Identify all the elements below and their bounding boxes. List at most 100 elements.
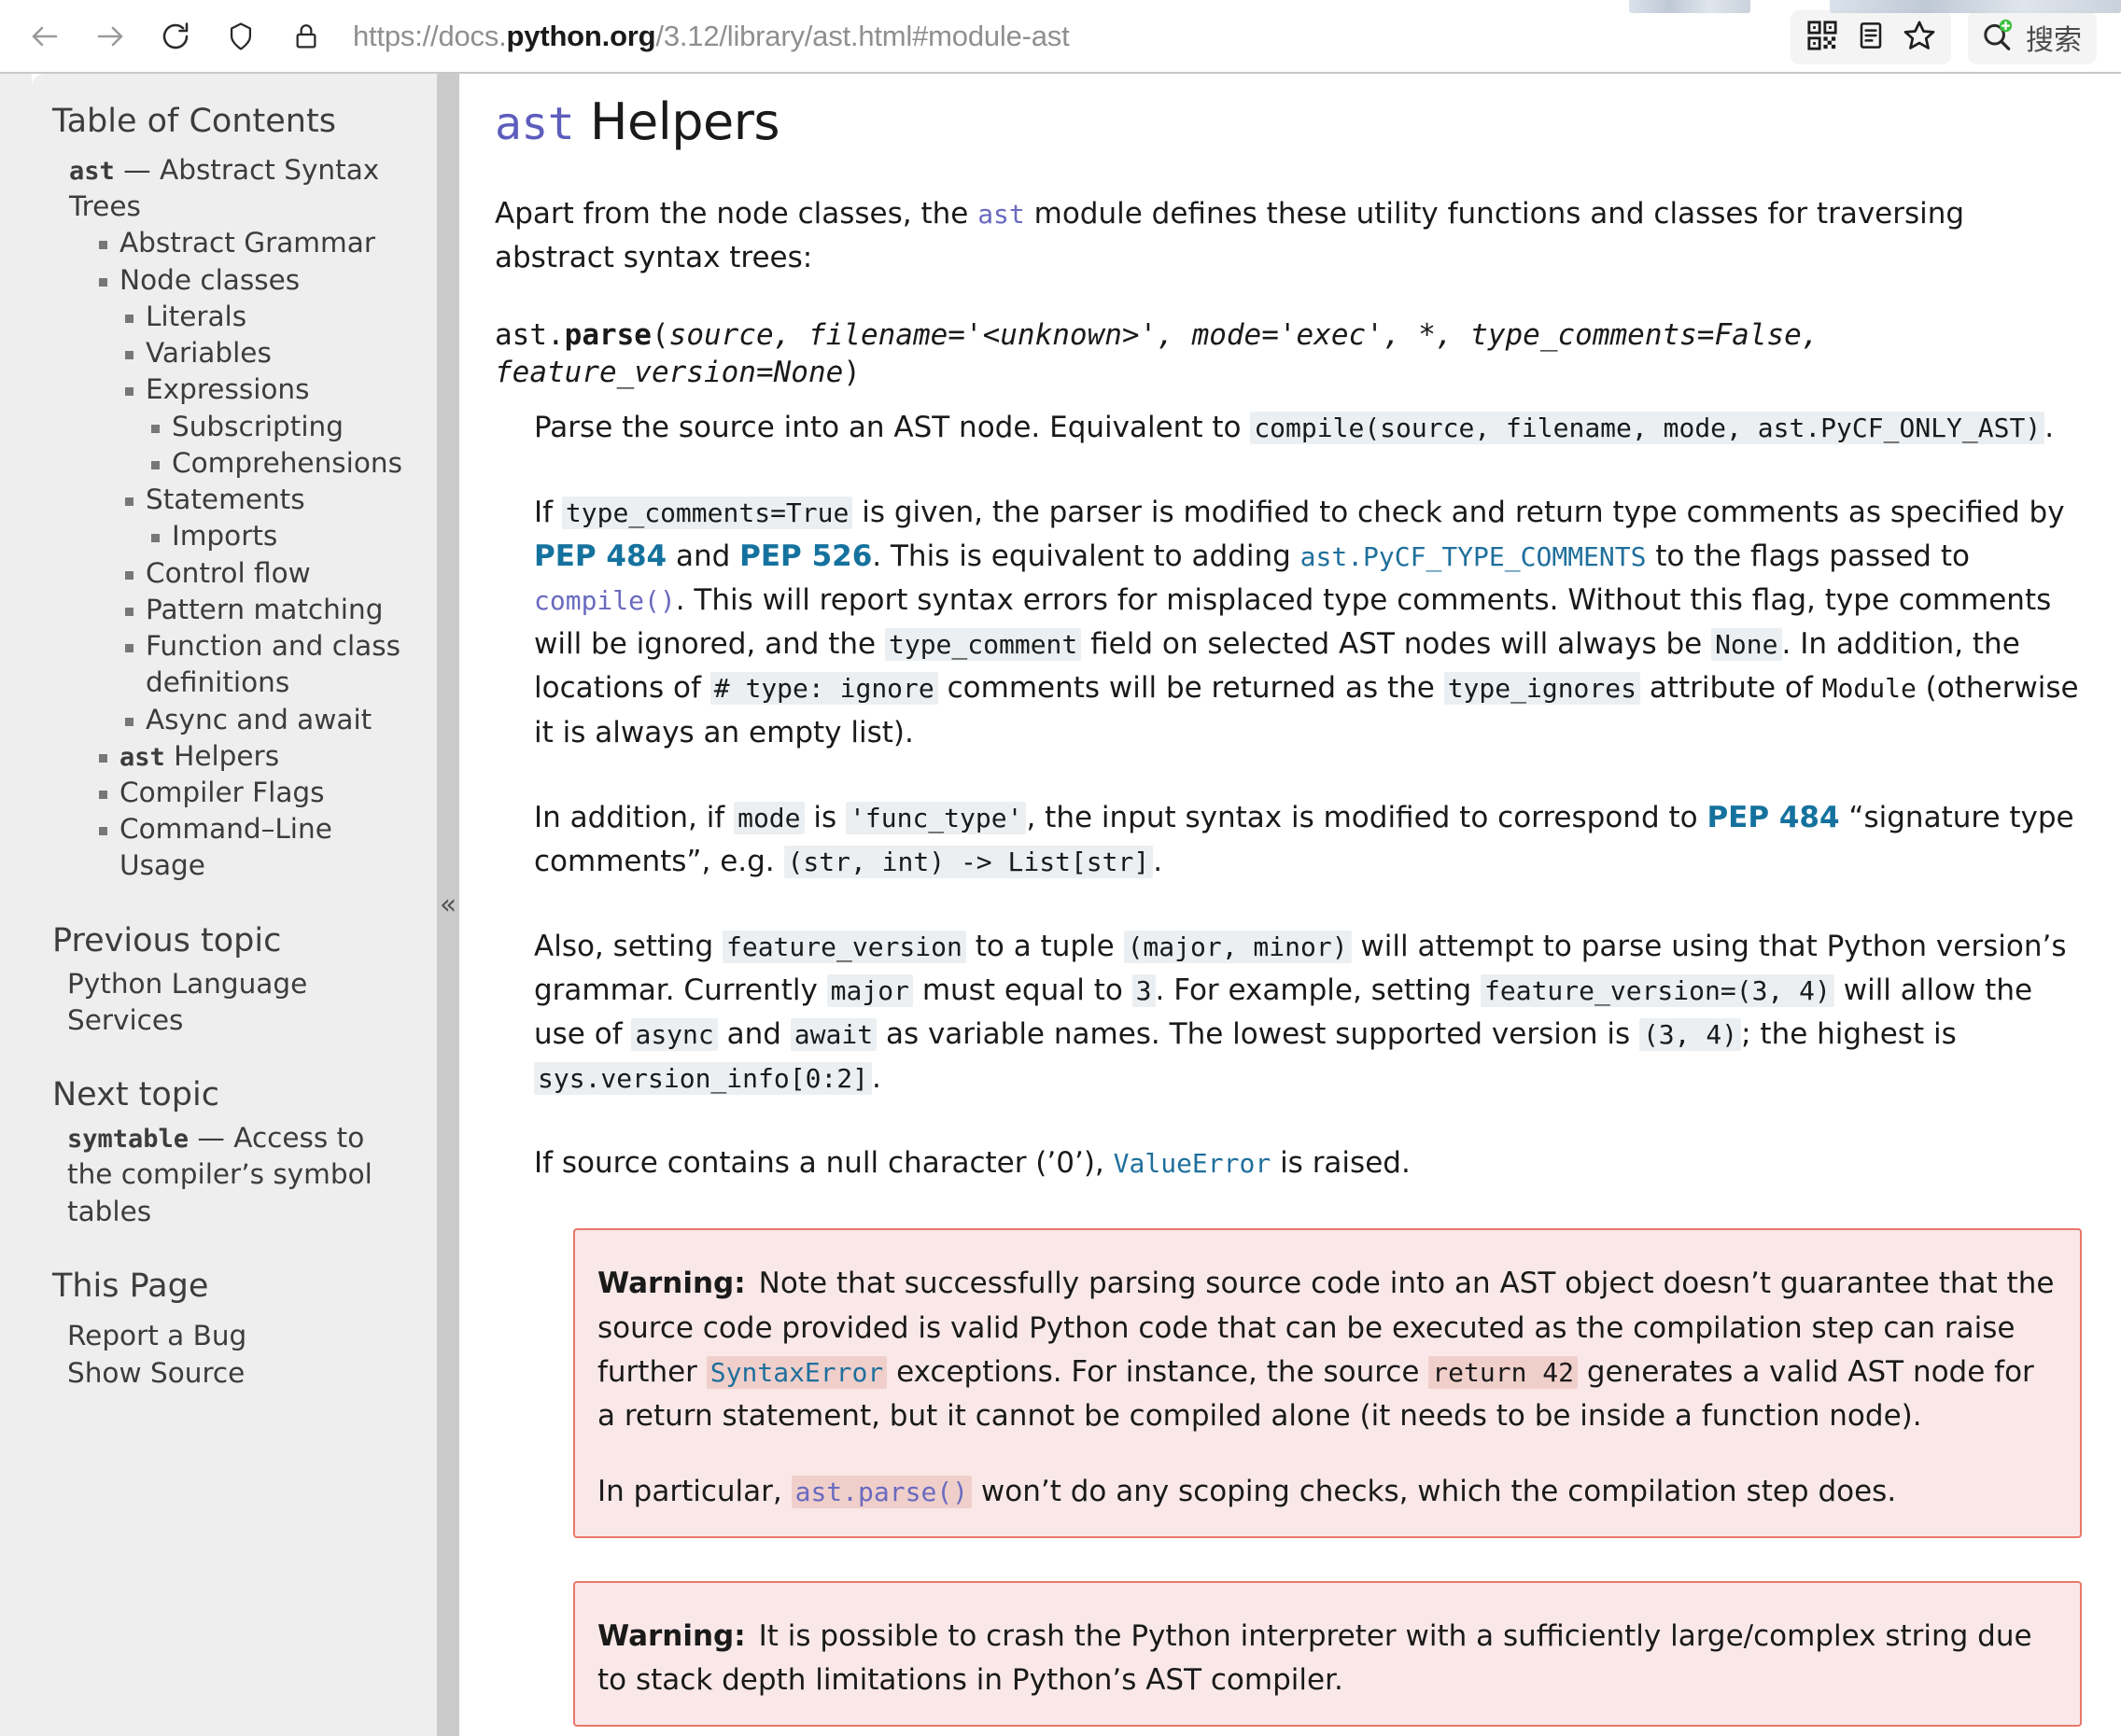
search-add-icon [1979, 18, 2015, 57]
p1-b: . [2044, 410, 2055, 444]
chevron-double-left-icon: « [439, 888, 457, 921]
p3-c: , the input syntax is modified to corres… [1026, 800, 1707, 834]
url-bar[interactable]: https://docs.python.org/3.12/library/ast… [353, 20, 1070, 53]
desc-paragraph-2: If type_comments=True is given, the pars… [534, 491, 2082, 755]
w1-p1-c: return 42 [1428, 1355, 1579, 1389]
url-scheme: https://docs. [353, 19, 507, 52]
url-path: /3.12/library/ast.html#module-ast [655, 19, 1070, 52]
show-source-link[interactable]: Show Source [67, 1354, 413, 1392]
next-topic-link[interactable]: symtable — Access to the compiler’s symb… [67, 1122, 372, 1226]
p2-f: to the flags passed to [1646, 539, 1970, 574]
reload-button[interactable] [149, 10, 202, 63]
p5-a: If source contains a null character (’0’… [534, 1146, 1114, 1181]
p2-c2: type_comment [884, 628, 1082, 662]
sidebar: Table of Contents ast — Abstract Syntax … [32, 74, 437, 1736]
pep-484-link[interactable]: PEP 484 [534, 539, 667, 573]
p2-c1: type_comments=True [561, 497, 853, 530]
p3-b: is [804, 800, 847, 834]
p4-i: ; the highest is [1741, 1017, 1957, 1052]
sig-prefix: ast. [495, 318, 565, 353]
p3-c3: (str, int) -> List[str] [783, 845, 1154, 878]
sidebar-item-subscripting[interactable]: Subscripting [147, 409, 344, 445]
sidebar-item-pattern-matching[interactable]: Pattern matching [121, 592, 383, 628]
toc-ast-code: ast [119, 742, 165, 772]
url-host: python.org [506, 19, 656, 52]
list-item: ast Helpers [95, 738, 413, 775]
pycf-type-comments-link[interactable]: ast.PyCF_TYPE_COMMENTS [1300, 541, 1647, 572]
previous-topic-body: Python Language Services [52, 966, 413, 1039]
sidebar-item-ast-helpers[interactable]: ast Helpers [95, 738, 279, 775]
this-page-links: Report a Bug Show Source [52, 1317, 413, 1393]
bookmark-button[interactable] [1895, 13, 1944, 62]
sidebar-item-statements[interactable]: Statements [121, 482, 305, 518]
sidebar-item-control-flow[interactable]: Control flow [121, 555, 311, 592]
previous-topic-link[interactable]: Python Language Services [67, 968, 307, 1036]
reader-mode-button[interactable] [1847, 13, 1895, 62]
warning-1-title: Warning: [597, 1267, 746, 1301]
sidebar-item-compiler-flags[interactable]: Compiler Flags [95, 775, 325, 811]
sidebar-item-async-and-await[interactable]: Async and await [121, 702, 372, 738]
toc-ast-rest: Helpers [164, 739, 280, 772]
sidebar-item-ast-module[interactable]: ast — Abstract Syntax Trees [69, 152, 413, 225]
sidebar-collapse-handle[interactable]: « [437, 74, 459, 1736]
tracking-protection-button[interactable] [215, 10, 267, 63]
p3-e: . [1153, 844, 1163, 878]
toc-root-item: ast — Abstract Syntax Trees Abstract Gra… [69, 152, 413, 885]
intro-paragraph: Apart from the node classes, the ast mod… [495, 192, 2082, 280]
sidebar-item-abstract-grammar[interactable]: Abstract Grammar [95, 225, 375, 261]
sig-open-paren: ( [651, 318, 669, 353]
sidebar-item-node-classes[interactable]: Node classes [95, 262, 300, 299]
p2-b: is given, the parser is modified to chec… [852, 496, 2065, 530]
list-item: Node classes Literals Variables Expressi… [95, 262, 413, 738]
syntaxerror-link[interactable]: SyntaxError [706, 1355, 888, 1389]
sidebar-item-command-line-usage[interactable]: Command–Line Usage [95, 811, 413, 884]
sidebar-item-function-and-class-definitions[interactable]: Function and class definitions [121, 628, 413, 701]
toc-level1: Abstract Grammar Node classes Literals V… [69, 225, 413, 884]
list-item: Literals [121, 299, 413, 335]
window-decoration-blur [1629, 0, 1750, 13]
ast-module-link[interactable]: ast [977, 199, 1025, 230]
sidebar-item-expressions[interactable]: Expressions [121, 371, 310, 408]
sidebar-item-literals[interactable]: Literals [121, 299, 246, 335]
page-viewport: Table of Contents ast — Abstract Syntax … [0, 74, 2121, 1736]
forward-button[interactable] [84, 10, 136, 63]
back-button[interactable] [19, 10, 71, 63]
p4-j: . [872, 1061, 881, 1096]
warning-2-title: Warning: [597, 1619, 746, 1654]
w1-p1-b: exceptions. For instance, the source [887, 1354, 1429, 1389]
pep-526-link[interactable]: PEP 526 [739, 539, 872, 573]
warning-1-paragraph-2: In particular, ast.parse() won’t do any … [597, 1470, 2058, 1514]
p4-c4: 3 [1131, 974, 1156, 1008]
sidebar-item-imports[interactable]: Imports [147, 518, 277, 554]
list-item: Compiler Flags [95, 775, 413, 811]
w1-p2-a: In particular, [597, 1474, 792, 1508]
ast-parse-link[interactable]: ast.parse() [791, 1475, 973, 1508]
p2-j: comments will be returned as the [937, 671, 1444, 706]
next-topic-code: symtable [67, 1125, 190, 1155]
list-item: Control flow [121, 555, 413, 592]
qr-code-button[interactable] [1798, 13, 1847, 62]
list-item: Async and await [121, 702, 413, 738]
toc-level2: Literals Variables Expressions Subscript… [95, 299, 413, 738]
sig-close-paren: ) [843, 355, 861, 389]
sig-params: source, filename='<unknown>', mode='exec… [495, 318, 1819, 389]
p4-c2: (major, minor) [1123, 930, 1352, 963]
compile-link[interactable]: compile() [534, 585, 676, 616]
page-title: ast Helpers [495, 74, 2082, 151]
valueerror-link[interactable]: ValueError [1114, 1148, 1271, 1179]
list-item: Expressions Subscripting Comprehensions [121, 371, 413, 482]
report-a-bug-link[interactable]: Report a Bug [67, 1317, 413, 1354]
page-title-code: ast [495, 98, 575, 150]
reader-mode-icon [1856, 21, 1886, 54]
desc-paragraph-5: If source contains a null character (’0’… [534, 1141, 2082, 1185]
shield-icon [225, 21, 257, 52]
p4-c5: feature_version=(3, 4) [1481, 974, 1834, 1008]
pep-484-link-2[interactable]: PEP 484 [1707, 801, 1839, 834]
sidebar-item-comprehensions[interactable]: Comprehensions [147, 445, 402, 482]
p4-b: to a tuple [965, 929, 1124, 963]
sidebar-item-variables[interactable]: Variables [121, 335, 272, 371]
site-security-button[interactable] [280, 10, 332, 63]
next-topic-heading: Next topic [52, 1076, 219, 1114]
p5-b: is raised. [1271, 1146, 1411, 1181]
search-extension-button[interactable]: 搜索 [1968, 9, 2097, 64]
